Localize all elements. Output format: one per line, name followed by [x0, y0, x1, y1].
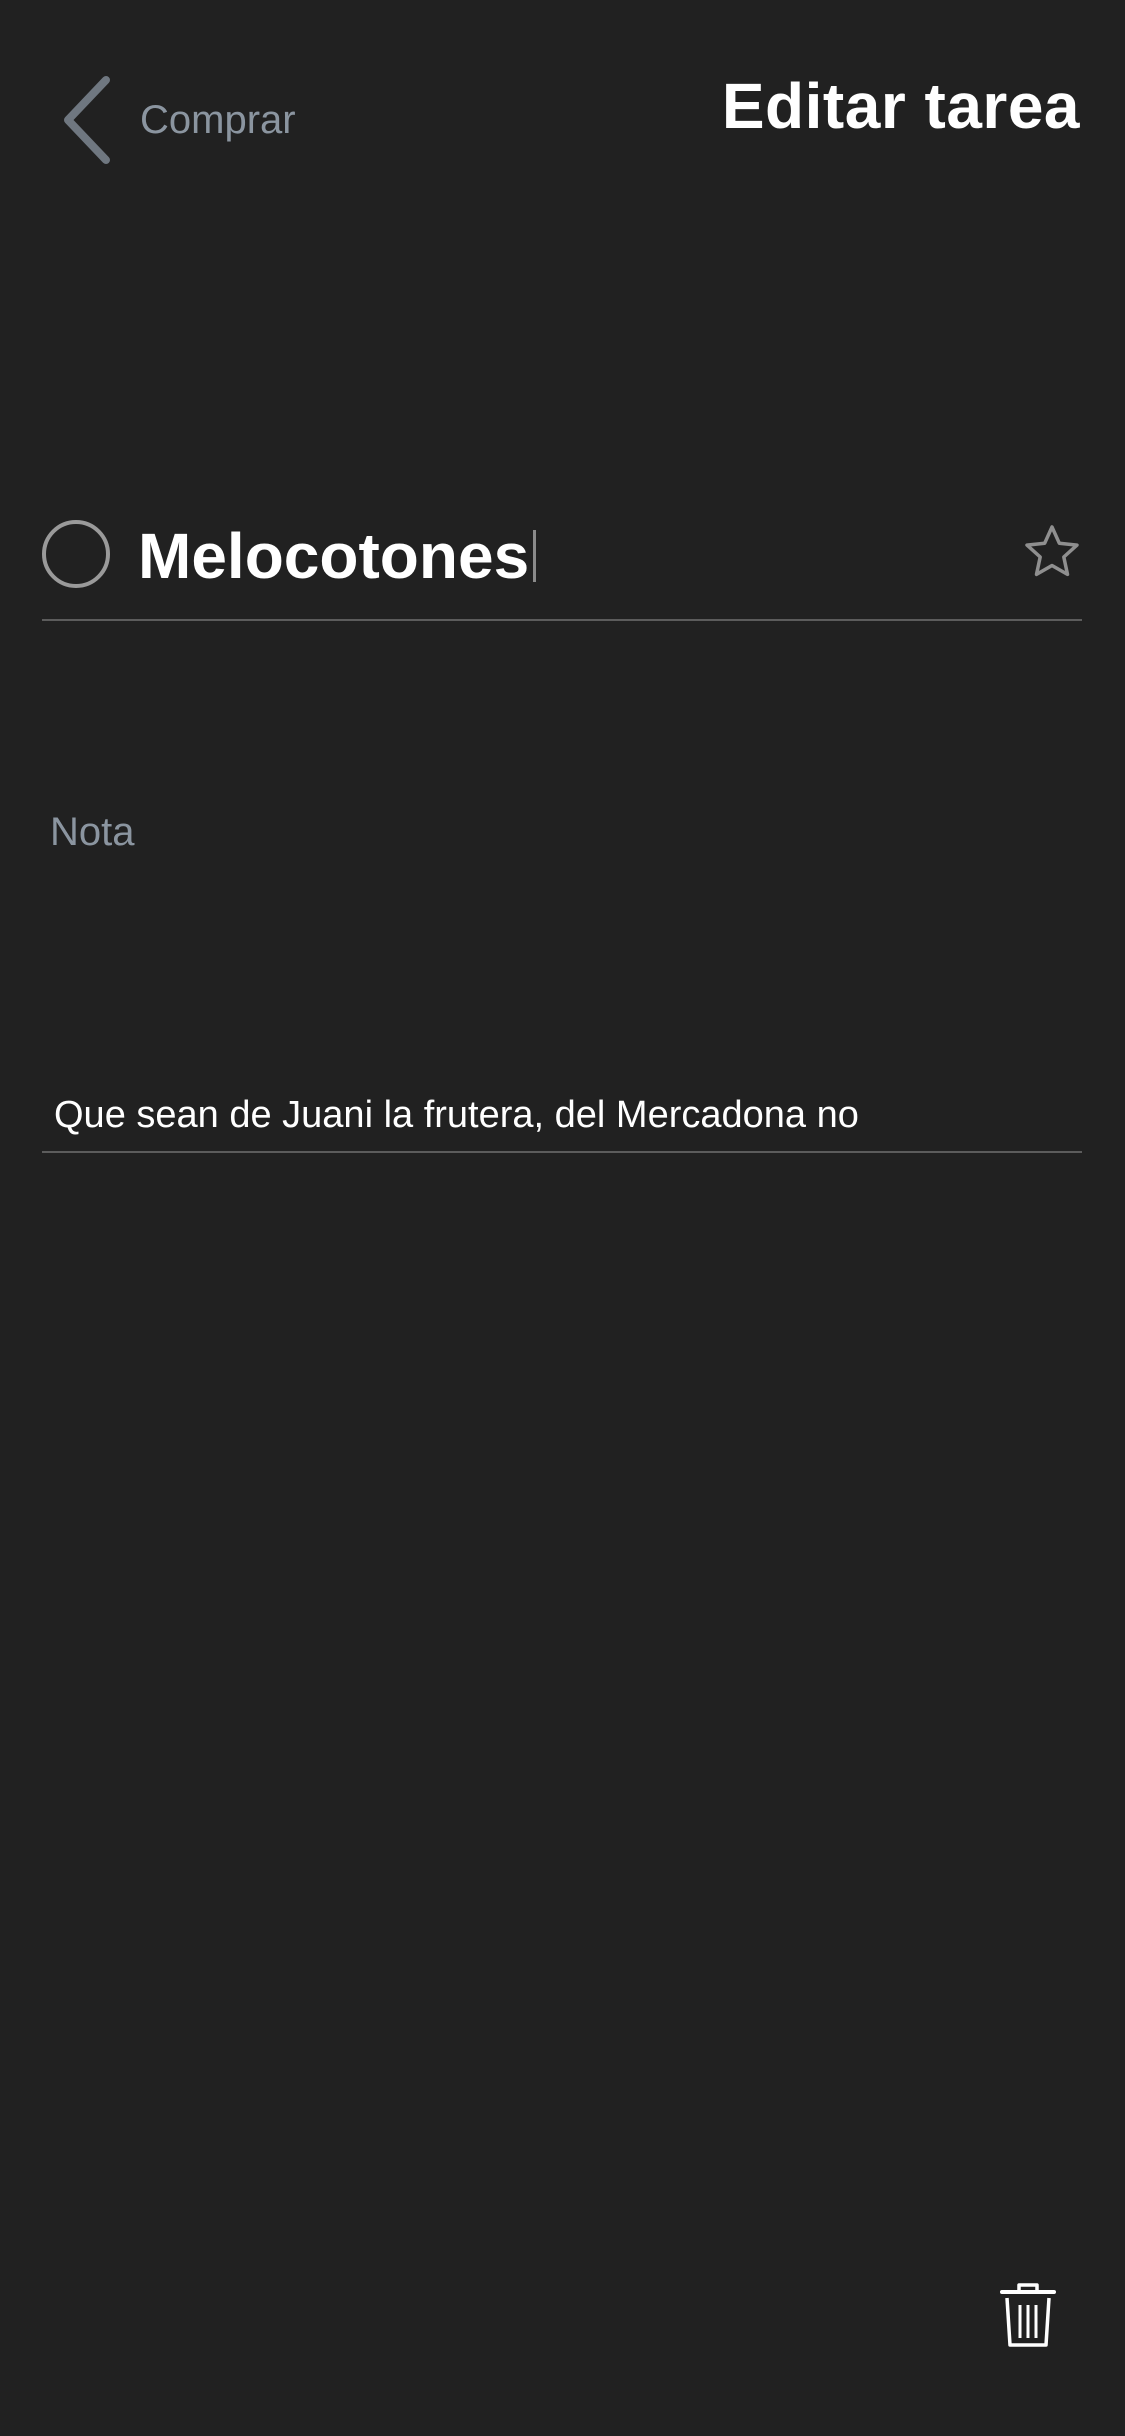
task-title-input[interactable]: Melocotones: [138, 516, 537, 596]
chevron-left-icon: [64, 76, 110, 164]
text-caret: [533, 530, 537, 582]
back-label: Comprar: [140, 98, 296, 142]
note-input[interactable]: Que sean de Juani la frutera, del Mercad…: [54, 1096, 1074, 1134]
complete-toggle[interactable]: [42, 520, 110, 588]
task-row: Melocotones: [42, 500, 1082, 620]
header: Comprar Editar tarea: [0, 0, 1125, 240]
note-divider: [42, 1151, 1082, 1153]
note-label: Nota: [50, 810, 135, 854]
title-divider: [42, 619, 1082, 621]
back-button[interactable]: Comprar: [56, 72, 296, 168]
star-icon[interactable]: [1022, 522, 1082, 582]
trash-icon[interactable]: [998, 2282, 1058, 2350]
page-title: Editar tarea: [721, 70, 1080, 142]
task-title: Melocotones: [138, 520, 530, 592]
